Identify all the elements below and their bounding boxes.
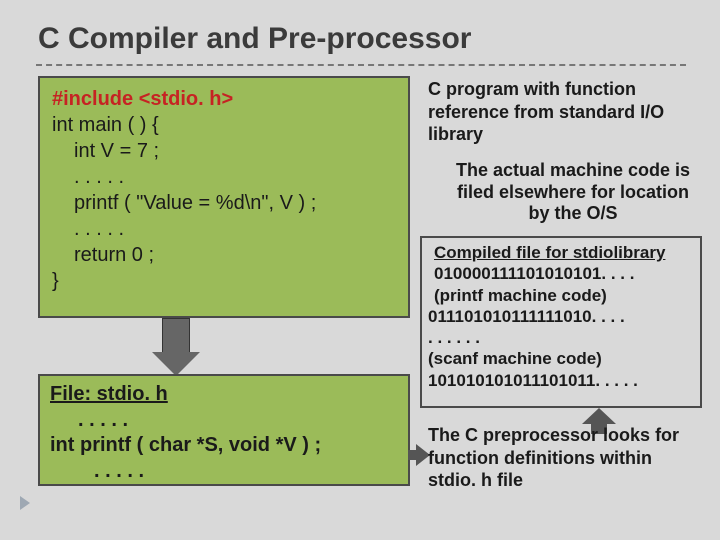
code-line: int V = 7 ; xyxy=(52,138,396,164)
arrow-right-icon xyxy=(408,444,430,466)
code-include-line: #include <stdio. h> xyxy=(52,88,233,110)
description-program: C program with function reference from s… xyxy=(428,78,688,146)
ellipsis-line: . . . . . . xyxy=(428,327,694,348)
code-line: . . . . . xyxy=(52,164,396,190)
description-preprocessor: The C preprocessor looks for function de… xyxy=(428,424,698,492)
binary-line: 010000111101010101. . . . xyxy=(428,263,694,284)
comment-line: (scanf machine code) xyxy=(428,348,694,369)
code-block-header: File: stdio. h . . . . . int printf ( ch… xyxy=(38,374,410,486)
code-line: printf ( "Value = %d\n", V ) ; xyxy=(52,190,396,216)
compiled-header: Compiled file for stdiolibrary xyxy=(428,242,694,263)
code-block-main: #include <stdio. h> int main ( ) { int V… xyxy=(38,76,410,318)
compiled-file-box: Compiled file for stdiolibrary 010000111… xyxy=(420,236,702,408)
slide: C Compiler and Pre-processor #include <s… xyxy=(0,0,720,540)
arrow-down-icon xyxy=(152,318,200,374)
code-line: . . . . . xyxy=(50,408,398,434)
comment-line: (printf machine code) xyxy=(428,285,694,306)
code-line: } xyxy=(52,270,59,292)
code-line: int main ( ) { xyxy=(52,114,159,136)
code-line: . . . . . xyxy=(50,459,398,485)
binary-line: 101010101011101011. . . . . xyxy=(428,370,694,391)
file-label: File: stdio. h xyxy=(50,383,168,405)
slide-title: C Compiler and Pre-processor xyxy=(38,22,471,56)
bullet-icon xyxy=(20,496,30,510)
code-line: . . . . . xyxy=(52,216,396,242)
code-line: int printf ( char *S, void *V ) ; xyxy=(50,434,321,456)
description-machine-code: The actual machine code is filed elsewhe… xyxy=(448,160,698,225)
code-line: return 0 ; xyxy=(52,242,396,268)
title-underline xyxy=(36,64,686,66)
binary-line: 011101010111111010. . . . xyxy=(428,306,694,327)
